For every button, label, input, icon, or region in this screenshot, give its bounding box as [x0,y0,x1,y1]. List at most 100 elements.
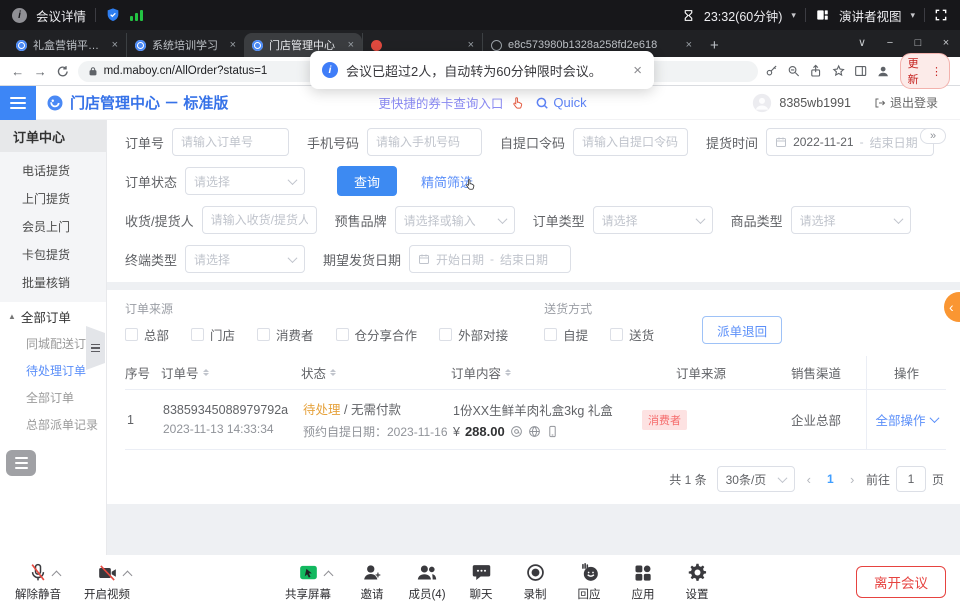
checkbox-icon[interactable] [257,328,270,341]
col-header-order-no[interactable]: 订单号 [161,356,301,389]
invite-button[interactable]: 邀请 [345,561,399,602]
profile-icon[interactable] [876,64,890,79]
bookmark-star-icon[interactable] [832,64,845,78]
checkbox-source-consumer[interactable]: 消费者 [257,325,314,344]
share-icon[interactable] [809,64,822,78]
checkbox-icon[interactable] [610,328,623,341]
sort-icon[interactable] [505,366,511,379]
chevron-up-icon[interactable] [52,571,62,581]
sidebar-item-member-visit[interactable]: 会员上门 [0,212,106,240]
sidebar-item-phone-pickup[interactable]: 电话提货 [0,156,106,184]
apps-button[interactable]: 应用 [616,561,670,602]
shield-check-icon[interactable] [105,7,121,23]
expand-filters-button[interactable]: » [920,128,946,144]
reaction-smiley-icon [579,562,600,583]
phone-input[interactable] [367,128,482,156]
menu-list-button[interactable] [6,450,36,476]
sidebar-item-hq-dispatch-log[interactable]: 总部派单记录 [0,411,106,438]
sort-icon[interactable] [330,366,336,379]
sidebar-drag-handle[interactable] [86,326,105,370]
new-tab-button[interactable]: + [710,37,719,54]
view-mode-button[interactable]: 演讲者视图 [839,6,902,25]
simple-filter-link[interactable]: 精简筛选 [421,172,473,191]
checkbox-source-external[interactable]: 外部对接 [439,325,508,344]
chevron-up-icon[interactable] [323,571,333,581]
at-circle-icon [510,425,523,438]
settings-button[interactable]: 设置 [670,561,724,602]
browser-tab[interactable]: 系统培训学习 × [126,33,244,57]
sidebar-toggle-button[interactable] [0,86,36,120]
quick-search-link[interactable]: Quick [535,95,586,110]
brand-select[interactable]: 请选择或输入 [395,206,515,234]
avatar[interactable] [752,93,772,113]
next-page-icon[interactable]: ‹ [848,472,856,487]
chat-button[interactable]: 聊天 [454,561,508,602]
sidebar-item-batch-verify[interactable]: 批量核销 [0,268,106,296]
goods-type-select[interactable]: 请选择 [791,206,911,234]
checkbox-icon[interactable] [336,328,349,341]
browser-update-button[interactable]: 更新 ⋮ [900,53,950,89]
current-page[interactable]: 1 [823,472,838,486]
prev-page-icon[interactable]: ‹ [805,472,813,487]
checkbox-icon[interactable] [125,328,138,341]
key-icon[interactable] [765,64,778,78]
view-caret-icon[interactable]: ▾ [910,10,915,21]
sort-icon[interactable] [203,366,209,379]
sidebar-group-all-orders[interactable]: ▲ 全部订单 [0,302,106,330]
unmute-button[interactable]: 解除静音 [8,561,68,602]
search-button[interactable]: 查询 [337,166,397,196]
dispatch-return-button[interactable]: 派单退回 [702,316,782,344]
start-video-button[interactable]: 开启视频 [76,561,138,602]
chevron-up-icon[interactable] [122,571,132,581]
meeting-details-button[interactable]: 会议详情 [36,6,86,25]
notification-close-icon[interactable]: × [633,62,642,79]
fullscreen-icon[interactable] [934,8,948,22]
page-size-select[interactable]: 30条/页 [717,466,795,492]
back-icon[interactable]: ← [10,64,26,79]
sidebar-item-door-pickup[interactable]: 上门提货 [0,184,106,212]
reactions-button[interactable]: 回应 [562,561,616,602]
checkbox-source-hq[interactable]: 总部 [125,325,169,344]
checkbox-icon[interactable] [439,328,452,341]
pickup-date-range[interactable]: 2022-11-21 - 结束日期 [766,128,934,156]
all-actions-dropdown[interactable]: 全部操作 [875,410,937,429]
checkbox-icon[interactable] [191,328,204,341]
browser-tab[interactable]: 礼盒营销平台管理中心 × [8,33,126,57]
checkbox-source-store[interactable]: 门店 [191,325,235,344]
pickup-code-input[interactable] [573,128,688,156]
record-button[interactable]: 录制 [508,561,562,602]
checkbox-delivery-pickup[interactable]: 自提 [544,325,588,344]
network-signal-icon[interactable] [130,9,143,21]
logout-button[interactable]: 退出登录 [874,94,938,111]
tab-close-icon[interactable]: × [468,39,474,51]
tab-close-icon[interactable]: × [348,39,354,51]
checkbox-source-warehouse-share[interactable]: 仓分享合作 [336,325,418,344]
promo-link[interactable]: 更快捷的券卡查询入口 [378,93,503,112]
more-icon[interactable]: ⋮ [931,65,942,78]
tab-close-icon[interactable]: × [112,39,118,51]
share-screen-button[interactable]: 共享屏幕 [276,561,340,602]
terminal-type-select[interactable]: 请选择 [185,245,305,273]
receiver-input[interactable] [202,206,317,234]
leave-meeting-button[interactable]: 离开会议 [856,566,946,598]
checkbox-icon[interactable] [544,328,557,341]
ship-date-range[interactable]: 开始日期 - 结束日期 [409,245,571,273]
goto-page-input[interactable] [896,466,926,492]
checkbox-delivery-deliver[interactable]: 送货 [610,325,654,344]
col-header-status[interactable]: 状态 [301,356,451,389]
timer-caret-icon[interactable]: ▾ [791,10,796,21]
side-panel-icon[interactable] [854,64,867,78]
reload-icon[interactable] [55,65,71,78]
order-type-select[interactable]: 请选择 [593,206,713,234]
col-header-content[interactable]: 订单内容 [451,356,636,389]
order-no-input[interactable] [172,128,289,156]
tab-close-icon[interactable]: × [686,39,692,51]
tab-close-icon[interactable]: × [230,39,236,51]
order-status-select[interactable]: 请选择 [185,167,305,195]
zoom-icon[interactable] [787,64,800,78]
members-button[interactable]: 成员(4) [400,561,454,602]
sidebar-item-card-pickup[interactable]: 卡包提货 [0,240,106,268]
forward-icon[interactable]: → [33,64,49,79]
divider [924,8,925,22]
sidebar-item-all-orders[interactable]: 全部订单 [0,384,106,411]
